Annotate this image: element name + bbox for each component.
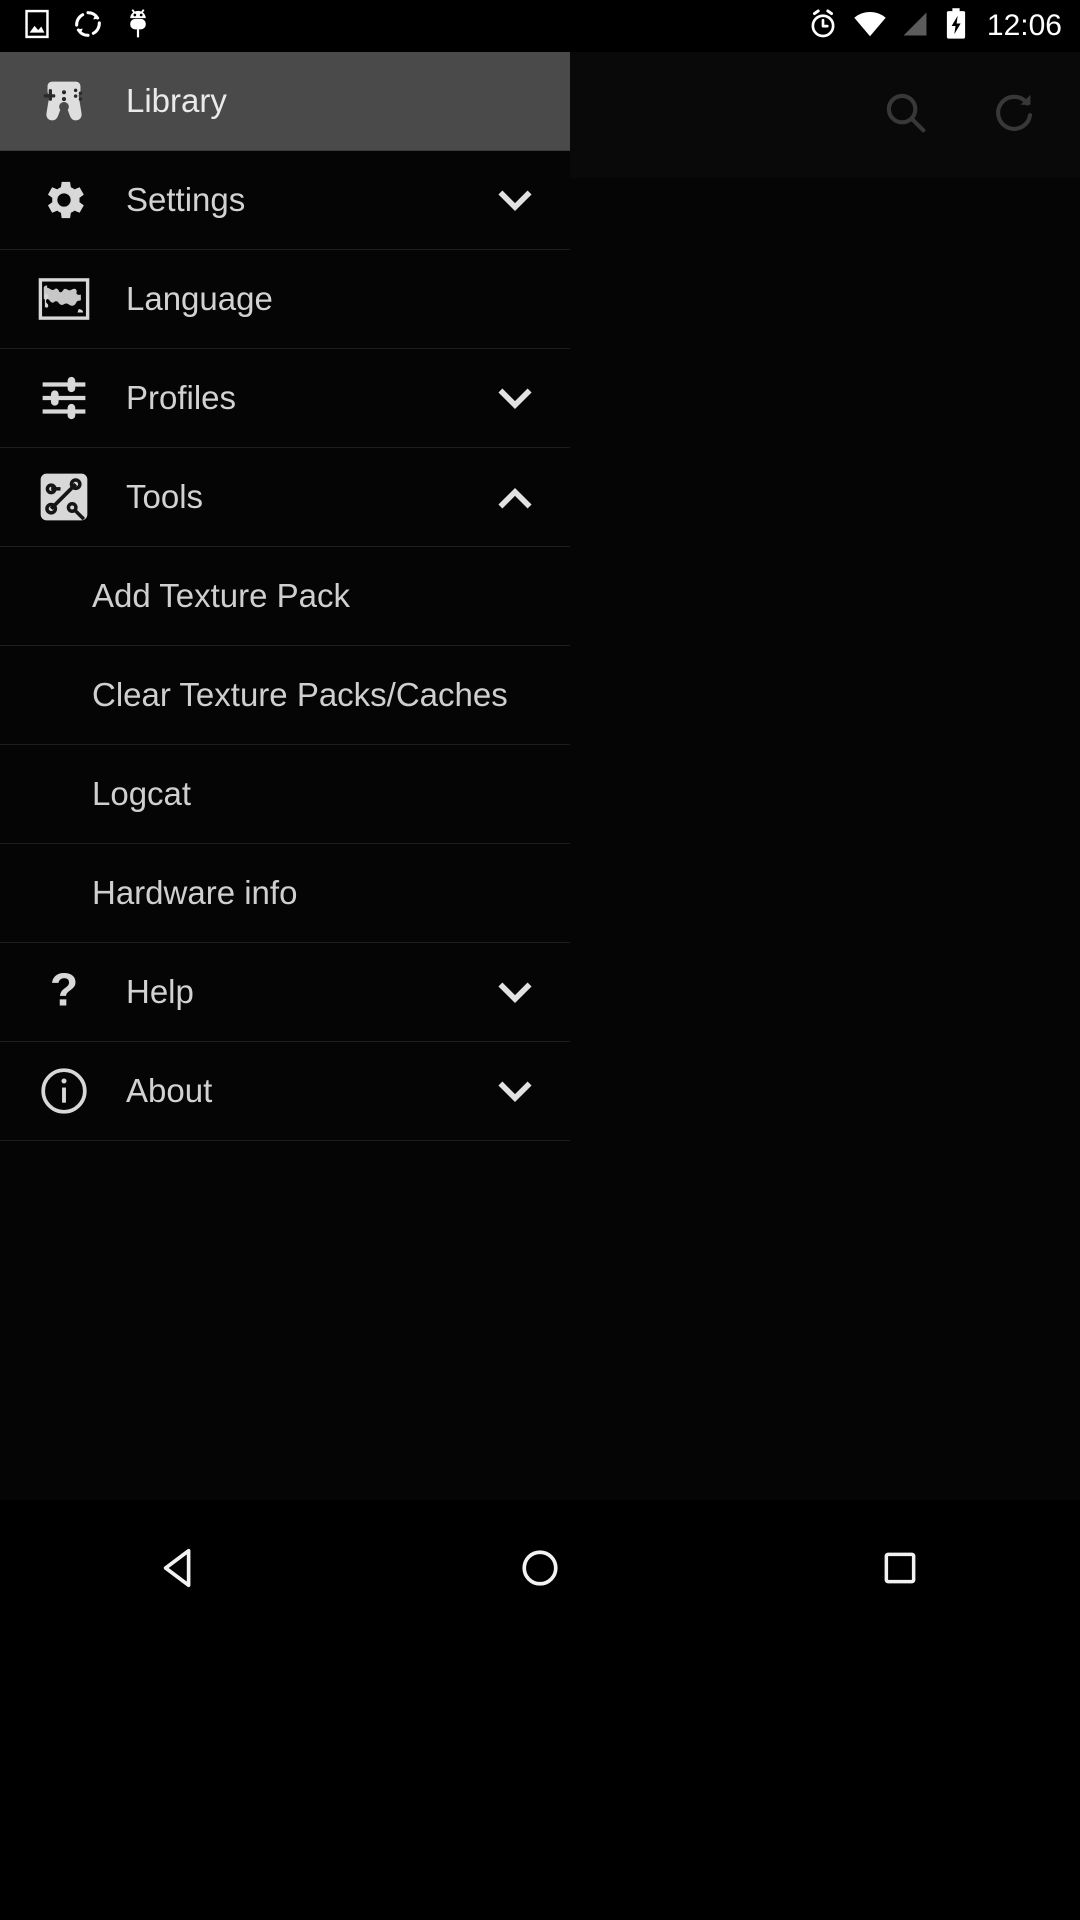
chevron-up-icon[interactable]	[478, 448, 552, 547]
drawer-subitem-clear-texture-packs-caches[interactable]: Clear Texture Packs/Caches	[0, 646, 570, 745]
drawer-item-profiles[interactable]: Profiles	[0, 349, 570, 448]
back-button[interactable]	[120, 1526, 240, 1610]
drawer-item-label: Settings	[126, 181, 245, 219]
chevron-down-icon[interactable]	[478, 943, 552, 1042]
question-mark-icon: ?	[32, 965, 96, 1019]
cell-signal-icon	[901, 10, 929, 43]
drawer-item-label: Library	[126, 82, 227, 120]
drawer-subitem-hardware-info[interactable]: Hardware info	[0, 844, 570, 943]
system-navigation-bar	[0, 1500, 1080, 1920]
screenshot-icon	[22, 8, 52, 45]
drawer-item-about[interactable]: About	[0, 1042, 570, 1141]
drawer-subitem-label: Logcat	[92, 775, 191, 813]
drawer-item-label: About	[126, 1072, 212, 1110]
gear-icon	[32, 175, 96, 225]
recents-button[interactable]	[840, 1526, 960, 1610]
svg-text:?: ?	[50, 965, 78, 1016]
wifi-icon	[853, 9, 887, 44]
drawer-item-label: Help	[126, 973, 194, 1011]
developer-board-icon	[32, 469, 96, 525]
drawer-subitem-logcat[interactable]: Logcat	[0, 745, 570, 844]
tune-sliders-icon	[32, 371, 96, 425]
drawer-subitem-label: Hardware info	[92, 874, 297, 912]
drawer-item-label: Tools	[126, 478, 203, 516]
drawer-item-language[interactable]: Language	[0, 250, 570, 349]
drawer-subitem-label: Clear Texture Packs/Caches	[92, 676, 508, 714]
status-bar: 12:06	[0, 0, 1080, 52]
info-circle-icon	[32, 1065, 96, 1117]
status-bar-clock: 12:06	[987, 0, 1062, 52]
navigation-drawer: Library Settings	[0, 52, 570, 1500]
drawer-empty-space	[0, 1141, 570, 1441]
chevron-down-icon[interactable]	[478, 349, 552, 448]
drawer-item-library[interactable]: Library	[0, 52, 570, 151]
chevron-down-icon[interactable]	[478, 1042, 552, 1141]
drawer-subitem-label: Add Texture Pack	[92, 577, 350, 615]
status-bar-right-icons: 12:06	[807, 0, 1062, 52]
drawer-item-tools[interactable]: Tools	[0, 448, 570, 547]
drawer-item-settings[interactable]: Settings	[0, 151, 570, 250]
chevron-down-icon[interactable]	[478, 151, 552, 250]
drawer-item-label: Language	[126, 280, 273, 318]
drawer-item-label: Profiles	[126, 379, 236, 417]
battery-charging-icon	[943, 7, 969, 46]
n64-controller-icon	[32, 77, 96, 125]
alarm-icon	[807, 8, 839, 45]
drawer-subitem-add-texture-pack[interactable]: Add Texture Pack	[0, 547, 570, 646]
device-screen: Mupen64Plus FZ Edition	[0, 0, 1080, 1920]
world-map-icon	[32, 272, 96, 326]
sync-icon	[72, 8, 104, 45]
android-debug-icon	[124, 7, 152, 46]
drawer-item-help[interactable]: ? Help	[0, 943, 570, 1042]
status-bar-left-icons	[0, 7, 152, 46]
home-button[interactable]	[480, 1526, 600, 1610]
